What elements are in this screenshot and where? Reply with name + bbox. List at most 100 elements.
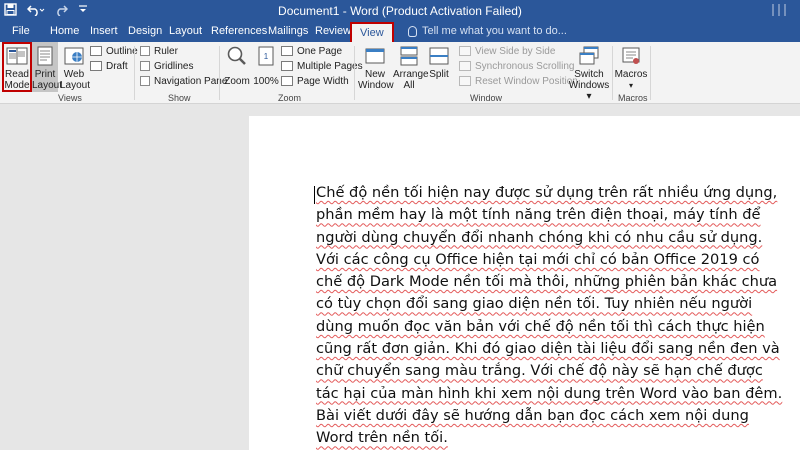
one-page-button[interactable]: One Page (281, 44, 342, 58)
split-button[interactable]: Split (427, 44, 451, 80)
zoom-group-label: Zoom (278, 93, 302, 103)
group-divider (354, 46, 355, 100)
new-window-icon (363, 45, 387, 67)
tell-me-text: Tell me what you want to do... (422, 25, 567, 37)
tell-me-search[interactable]: Tell me what you want to do... (408, 25, 567, 37)
side-by-side-icon (459, 46, 471, 56)
document-line: phần mềm hay là một tính năng trên điện … (316, 206, 761, 224)
tab-view[interactable]: View (350, 22, 394, 42)
switch-windows-icon (577, 45, 601, 67)
draft-button[interactable]: Draft (90, 59, 128, 73)
magnifier-icon (225, 45, 249, 67)
outline-icon (90, 46, 102, 56)
show-group-label: Show (168, 93, 191, 103)
navigation-pane-check-icon (140, 76, 150, 86)
tab-references[interactable]: References (211, 25, 267, 37)
document-page[interactable]: Chế độ nền tối hiện nay được sử dụng trê… (249, 116, 800, 450)
switch-windows-button[interactable]: Switch Windows ▾ (566, 44, 612, 102)
zoom-label: Zoom (224, 76, 250, 87)
tab-layout[interactable]: Layout (169, 25, 202, 37)
read-mode-button[interactable]: Read Mode (2, 42, 32, 92)
macros-group-label: Macros (618, 93, 648, 103)
synchronous-scrolling-button[interactable]: Synchronous Scrolling (459, 59, 575, 73)
one-page-icon (281, 46, 293, 56)
document-line: Word trên nền tối. (316, 429, 448, 447)
document-body[interactable]: Chế độ nền tối hiện nay được sử dụng trê… (316, 182, 783, 450)
ruler-checkbox[interactable]: Ruler (140, 44, 178, 58)
navigation-pane-checkbox[interactable]: Navigation Pane (140, 74, 227, 88)
zoom-100-label: 100% (253, 76, 279, 87)
document-line: chế độ Dark Mode nền tối mà thôi, những … (316, 273, 778, 291)
split-label: Split (429, 69, 449, 80)
arrange-all-button[interactable]: Arrange All (393, 44, 429, 91)
svg-text:1: 1 (264, 52, 269, 61)
outline-label: Outline (106, 45, 138, 57)
tab-mailings[interactable]: Mailings (268, 25, 308, 37)
synchronous-scrolling-label: Synchronous Scrolling (475, 60, 575, 72)
read-mode-label-2: Mode (4, 80, 30, 91)
gridlines-checkbox[interactable]: Gridlines (140, 59, 193, 73)
switch-windows-label-1: Switch (574, 69, 604, 80)
lightbulb-icon (408, 25, 417, 37)
new-window-button[interactable]: New Window (358, 44, 394, 91)
page-width-label: Page Width (297, 75, 349, 87)
ruler-label: Ruler (154, 45, 178, 57)
tab-design[interactable]: Design (128, 25, 162, 37)
new-window-label-1: New (364, 69, 385, 80)
switch-windows-label-2: Windows ▾ (568, 80, 610, 102)
print-layout-label-1: Print (34, 69, 56, 80)
document-line: chữ chuyển sang màu trắng. Với chế độ nà… (316, 362, 763, 380)
print-layout-label-2: Layout (32, 80, 63, 91)
tab-insert[interactable]: Insert (90, 25, 118, 37)
document-line: Bài viết dưới đây sẽ hướng dẫn bạn đọc c… (316, 406, 749, 424)
print-layout-button[interactable]: Print Layout (32, 42, 63, 92)
zoom-100-icon: 1 (254, 45, 278, 67)
arrange-all-label-2: All (403, 80, 415, 91)
text-cursor (314, 186, 315, 204)
web-layout-icon (62, 45, 86, 67)
macros-button[interactable]: Macros ▾ (614, 44, 648, 91)
navigation-pane-label: Navigation Pane (154, 75, 228, 87)
print-layout-icon (35, 45, 55, 67)
tab-review[interactable]: Review (315, 25, 351, 37)
view-side-by-side-label: View Side by Side (475, 45, 556, 57)
window-controls[interactable] (762, 0, 792, 22)
one-page-label: One Page (297, 45, 343, 57)
ribbon-tabs: File Home Insert Design Layout Reference… (0, 22, 800, 42)
document-canvas: Chế độ nền tối hiện nay được sử dụng trê… (0, 104, 800, 450)
gridlines-check-icon (140, 61, 150, 71)
window-group-label: Window (470, 93, 503, 103)
title-bar: Document1 - Word (Product Activation Fai… (0, 0, 800, 22)
draft-icon (90, 61, 102, 71)
multiple-pages-label: Multiple Pages (297, 60, 363, 72)
split-icon (427, 45, 451, 67)
arrange-all-label-1: Arrange (393, 69, 429, 80)
view-side-by-side-button[interactable]: View Side by Side (459, 44, 555, 58)
group-divider (650, 46, 651, 100)
macros-dropdown-icon: ▾ (628, 81, 633, 90)
document-line: dùng muốn đọc văn bản với chế độ nền tối… (316, 317, 765, 335)
page-width-button[interactable]: Page Width (281, 74, 349, 88)
gridlines-label: Gridlines (154, 60, 194, 72)
reset-window-position-button[interactable]: Reset Window Position (459, 74, 578, 88)
group-divider (134, 46, 135, 100)
reset-window-position-label: Reset Window Position (475, 75, 578, 87)
web-layout-button[interactable]: Web Layout (60, 44, 90, 91)
document-line: tác hại của màn hình khi xem nội dung tr… (316, 384, 783, 402)
outline-button[interactable]: Outline (90, 44, 138, 58)
window-title: Document1 - Word (Product Activation Fai… (278, 4, 522, 18)
read-mode-label-1: Read (5, 69, 29, 80)
document-line: Chế độ nền tối hiện nay được sử dụng trê… (316, 184, 778, 201)
multiple-pages-icon (281, 61, 293, 71)
zoom-100-button[interactable]: 1 100% (253, 44, 279, 87)
web-layout-label-1: Web (63, 69, 85, 80)
tab-file[interactable]: File (12, 25, 30, 37)
document-line: Với các công cụ Office hiện tại mới chỉ … (316, 250, 760, 268)
read-mode-icon (5, 45, 29, 67)
group-divider (219, 46, 220, 100)
views-group-label: Views (58, 93, 82, 103)
zoom-button[interactable]: Zoom (224, 44, 250, 87)
page-width-icon (281, 76, 293, 86)
multiple-pages-button[interactable]: Multiple Pages (281, 59, 363, 73)
tab-home[interactable]: Home (50, 25, 79, 37)
